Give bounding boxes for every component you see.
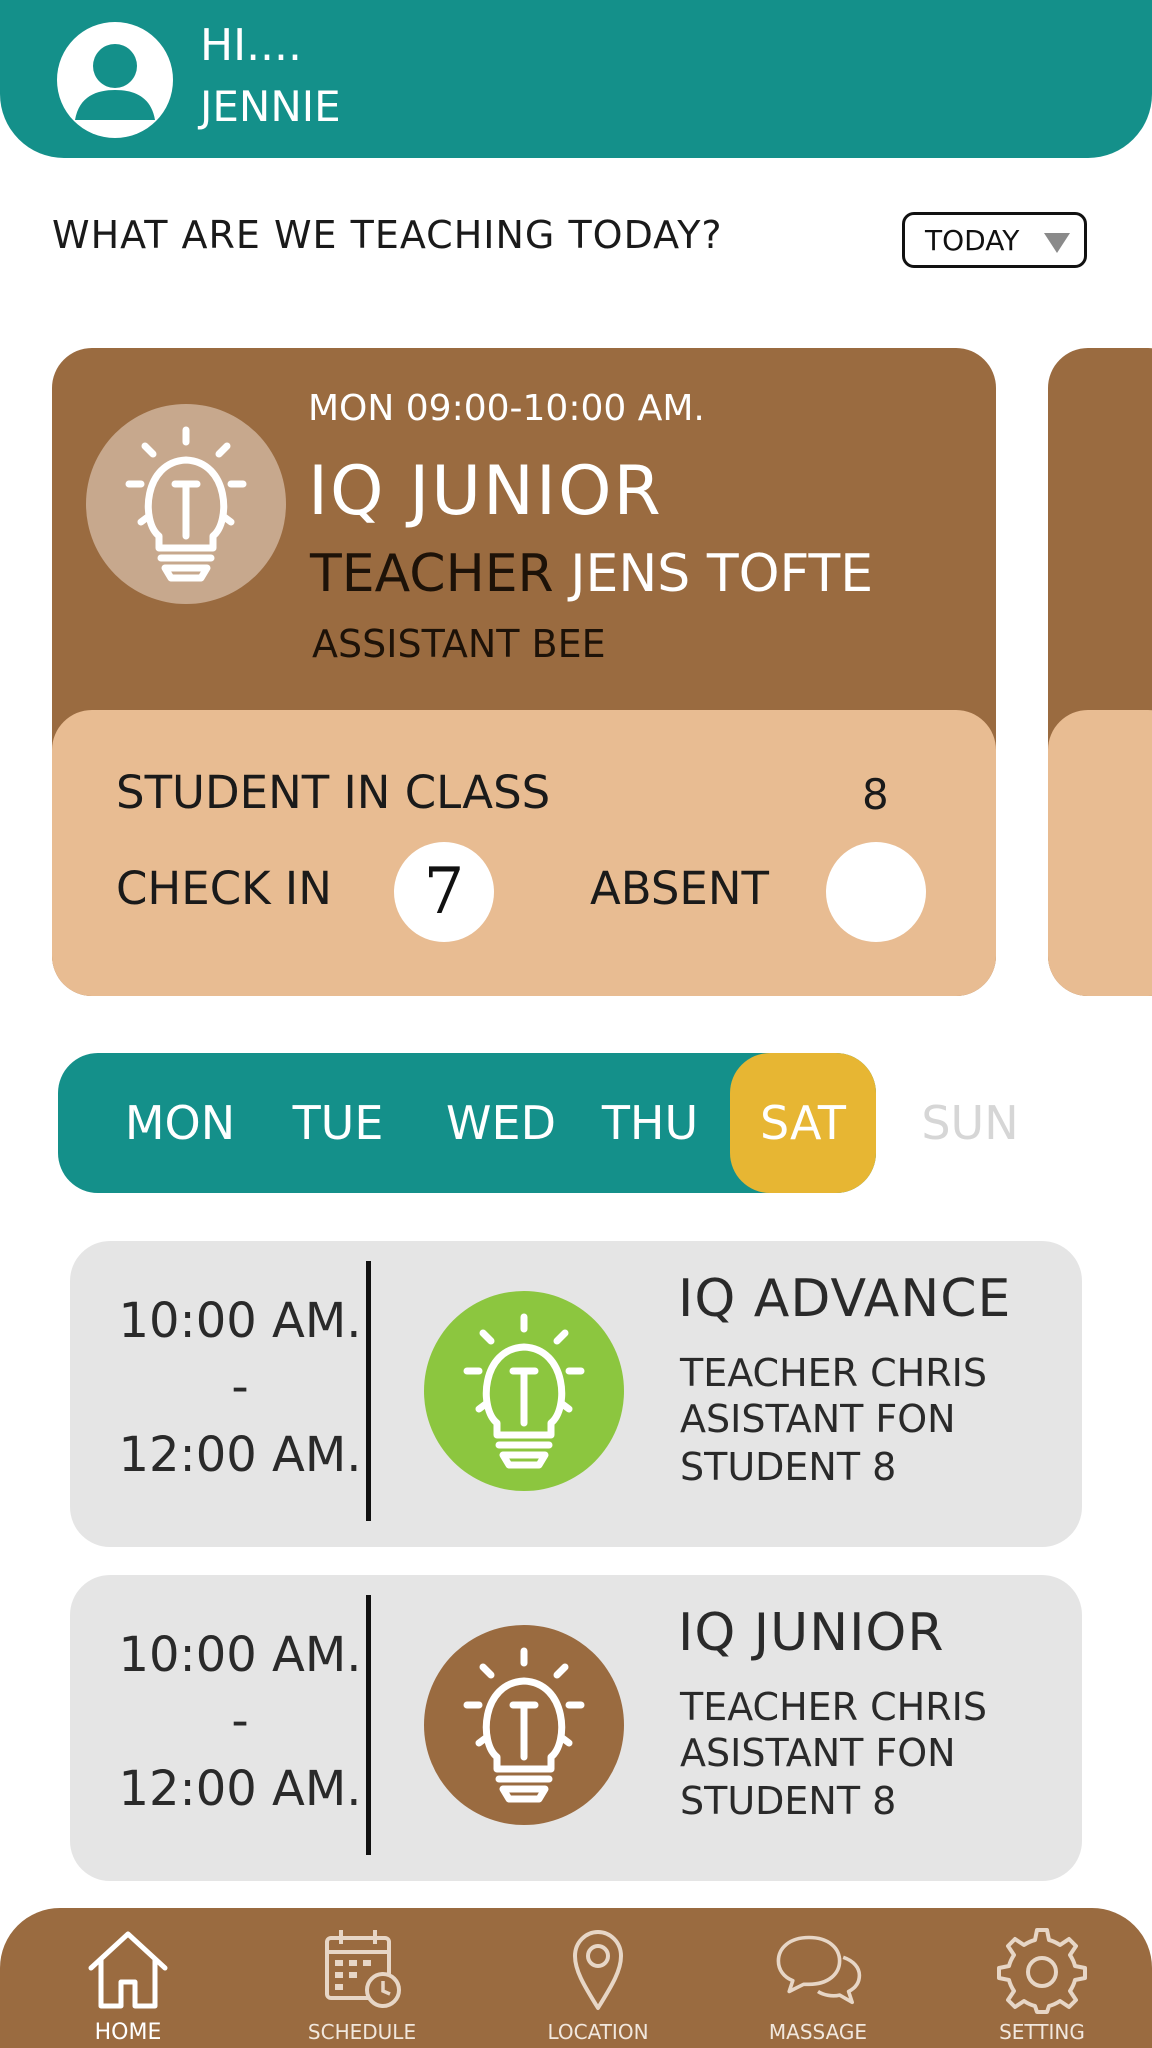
- class-assistant: ASSISTANT BEE: [312, 622, 606, 666]
- teacher-name: JENS TOFTE: [570, 544, 874, 604]
- checkin-count[interactable]: 7: [394, 842, 494, 942]
- lesson-assistant: ASISTANT FON: [680, 1397, 956, 1441]
- divider: [366, 1595, 371, 1855]
- day-tab-sat[interactable]: SAT: [730, 1053, 876, 1193]
- chat-bubbles-icon: [776, 1935, 862, 2005]
- featured-class-card[interactable]: MON 09:00-10:00 AM. IQ JUNIOR TEACHER JE…: [52, 348, 996, 996]
- day-tab-thu[interactable]: THU: [580, 1053, 720, 1193]
- user-name: JENNIE: [200, 82, 341, 131]
- lesson-teacher: TEACHER CHRIS: [680, 1685, 987, 1729]
- page-title: WHAT ARE WE TEACHING TODAY?: [52, 213, 723, 257]
- greeting-text: HI....: [200, 20, 303, 71]
- date-filter-value: TODAY: [925, 223, 1020, 257]
- students-count: 8: [862, 770, 889, 819]
- teacher-label: TEACHER: [310, 544, 554, 604]
- next-class-stats-panel: [1048, 710, 1152, 996]
- lesson-students: STUDENT 8: [680, 1779, 897, 1823]
- lightbulb-icon: [125, 426, 247, 582]
- divider: [366, 1261, 371, 1521]
- students-label: STUDENT IN CLASS: [116, 766, 551, 819]
- lesson-start-time: 10:00 AM.: [118, 1627, 362, 1683]
- day-tab-tue[interactable]: TUE: [268, 1053, 408, 1193]
- lesson-title: IQ ADVANCE: [678, 1269, 1012, 1329]
- class-icon-badge: [86, 404, 286, 604]
- nav-location-label: LOCATION: [547, 2020, 649, 2044]
- calendar-icon: [325, 1930, 401, 2008]
- lesson-time-separator: -: [231, 1359, 249, 1415]
- day-tab-sun[interactable]: SUN: [900, 1053, 1040, 1193]
- nav-schedule-label: SCHEDULE: [307, 2020, 417, 2044]
- date-filter-dropdown[interactable]: TODAY: [902, 212, 1087, 268]
- lesson-icon-badge: [424, 1291, 624, 1491]
- nav-setting-label: SETTING: [999, 2020, 1085, 2044]
- day-tab-mon[interactable]: MON: [110, 1053, 250, 1193]
- lesson-card[interactable]: 10:00 AM. - 12:00 AM. IQ JUNIOR TEACHER …: [70, 1575, 1082, 1881]
- caret-down-icon: [1044, 233, 1070, 253]
- lesson-end-time: 12:00 AM.: [118, 1761, 362, 1817]
- lesson-icon-badge: [424, 1625, 624, 1825]
- lightbulb-icon: [463, 1647, 585, 1803]
- next-class-card[interactable]: [1048, 348, 1152, 996]
- lesson-card[interactable]: 10:00 AM. - 12:00 AM. IQ ADVANCE TEACHER…: [70, 1241, 1082, 1547]
- lesson-students: STUDENT 8: [680, 1445, 897, 1489]
- nav-massage-label: MASSAGE: [768, 2020, 868, 2044]
- user-icon: [75, 44, 155, 120]
- home-icon: [88, 1931, 168, 2009]
- avatar[interactable]: [57, 22, 173, 138]
- location-pin-icon: [573, 1930, 623, 2010]
- checkin-label: CHECK IN: [116, 862, 332, 915]
- absent-count[interactable]: [826, 842, 926, 942]
- nav-home[interactable]: HOME: [38, 1924, 218, 2048]
- nav-massage[interactable]: MASSAGE: [728, 1924, 908, 2048]
- lesson-time-separator: -: [231, 1693, 249, 1749]
- class-time: MON 09:00-10:00 AM.: [308, 388, 705, 429]
- lesson-end-time: 12:00 AM.: [118, 1427, 362, 1483]
- lesson-teacher: TEACHER CHRIS: [680, 1351, 987, 1395]
- header-bar: HI.... JENNIE: [0, 0, 1152, 158]
- lesson-start-time: 10:00 AM.: [118, 1293, 362, 1349]
- nav-schedule[interactable]: SCHEDULE: [272, 1924, 452, 2048]
- nav-home-label: HOME: [94, 2020, 162, 2045]
- lesson-assistant: ASISTANT FON: [680, 1731, 956, 1775]
- nav-setting[interactable]: SETTING: [952, 1924, 1132, 2048]
- day-tab-wed[interactable]: WED: [428, 1053, 574, 1193]
- gear-icon: [997, 1928, 1087, 2014]
- class-teacher: TEACHER JENS TOFTE: [310, 544, 873, 604]
- class-stats-panel: STUDENT IN CLASS 8 CHECK IN 7 ABSENT: [52, 710, 996, 996]
- lightbulb-icon: [463, 1313, 585, 1469]
- class-title: IQ JUNIOR: [308, 452, 663, 531]
- lesson-title: IQ JUNIOR: [678, 1603, 945, 1663]
- absent-label: ABSENT: [590, 862, 770, 915]
- nav-location[interactable]: LOCATION: [508, 1924, 688, 2048]
